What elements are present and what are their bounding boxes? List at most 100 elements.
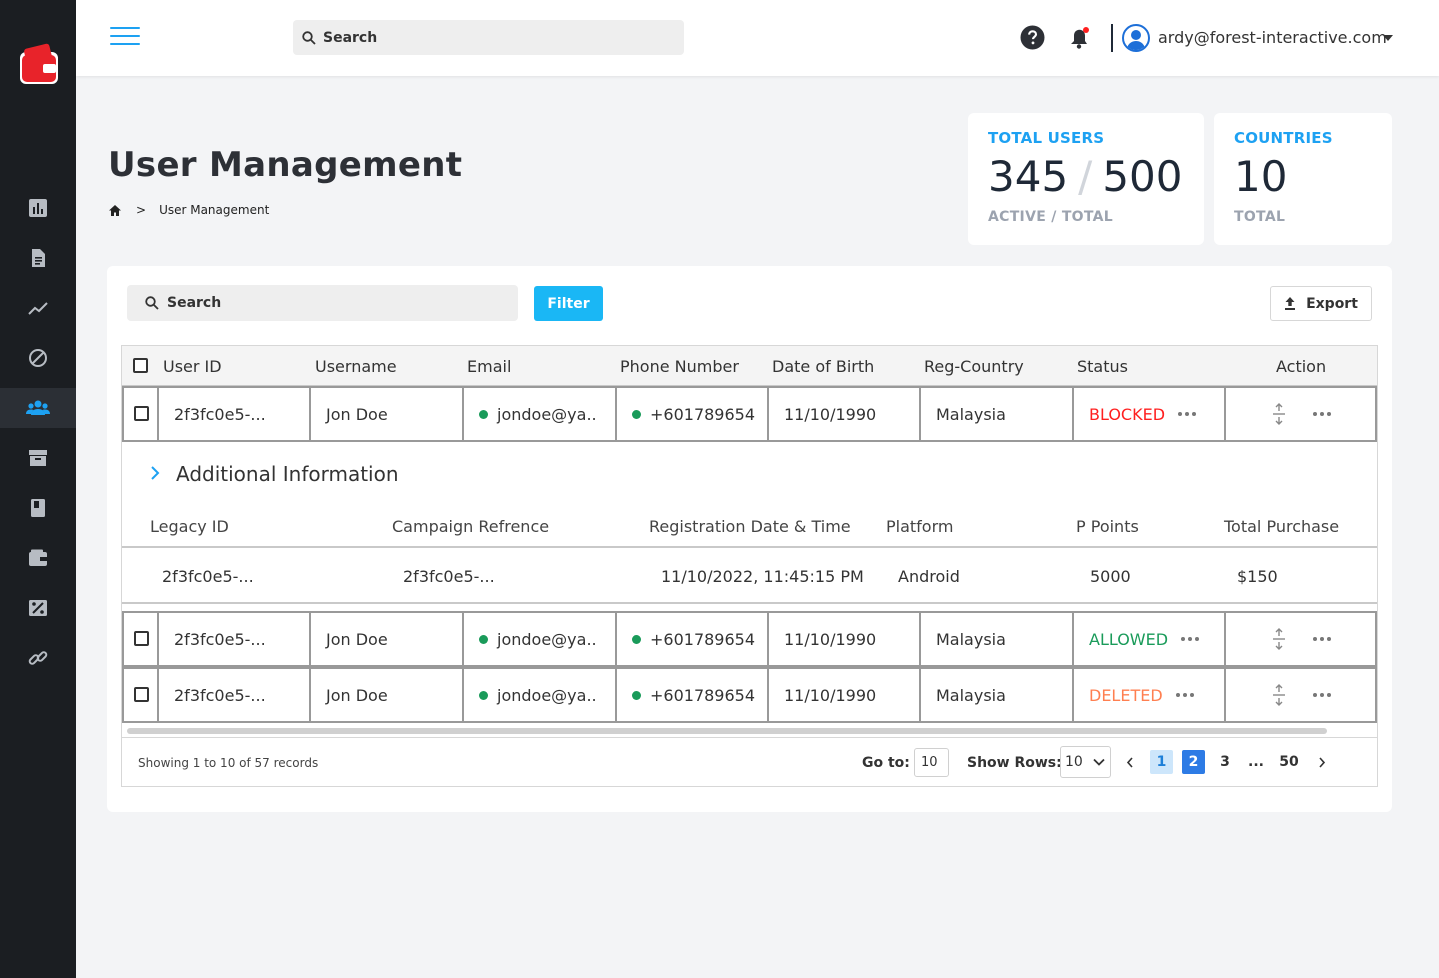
rows-per-page-select[interactable]: 10 [1060, 746, 1111, 778]
additional-column-header: Total Purchase [1224, 517, 1340, 536]
additional-column-header: Platform [886, 517, 954, 536]
page-title: User Management [108, 145, 463, 185]
row-checkbox[interactable] [134, 687, 149, 702]
total-users-count: 500 [1102, 152, 1183, 201]
status-cell: BLOCKED [1072, 386, 1224, 442]
help-icon[interactable] [1020, 25, 1045, 50]
row-checkbox[interactable] [134, 406, 149, 421]
horizontal-scrollbar[interactable] [127, 728, 1327, 734]
email-value: jondoe@ya.. [497, 685, 597, 705]
percent-icon [29, 600, 47, 616]
email-cell: jondoe@ya.. [462, 386, 615, 442]
status-more-icon[interactable] [1175, 693, 1194, 697]
verified-dot-icon [479, 690, 488, 700]
export-label: Export [1306, 295, 1358, 312]
column-header[interactable]: Date of Birth [772, 357, 874, 376]
total-users-value: 345/500 [988, 153, 1184, 201]
page-3-button[interactable]: 3 [1219, 750, 1231, 774]
divider [122, 602, 1377, 604]
additional-column-header: P Points [1076, 517, 1139, 536]
nav-blocked[interactable] [0, 338, 76, 378]
nav-links[interactable] [0, 638, 76, 678]
phone-value: +601789654 [650, 404, 756, 424]
search-icon [302, 30, 316, 45]
status-more-icon[interactable] [1178, 412, 1197, 416]
wallet-logo-icon[interactable] [16, 42, 62, 88]
select-all-checkbox[interactable] [133, 358, 148, 373]
export-button[interactable]: Export [1270, 286, 1372, 321]
row-more-icon[interactable] [1313, 693, 1331, 697]
verified-dot-icon [632, 690, 641, 700]
table-search-input[interactable]: Search [127, 285, 518, 321]
breadcrumb: > User Management [108, 203, 269, 217]
goto-label: Go to: [862, 755, 910, 771]
table-row[interactable]: 2f3fc0e5-... Jon Doe jondoe@ya.. +601789… [122, 386, 1377, 442]
nav-archive[interactable] [0, 438, 76, 478]
table-row[interactable]: 2f3fc0e5-... Jon Doe jondoe@ya.. +601789… [122, 667, 1377, 723]
column-header[interactable]: Email [467, 357, 511, 376]
row-more-icon[interactable] [1313, 412, 1331, 416]
nav-users[interactable] [0, 388, 76, 428]
users-icon [26, 400, 50, 415]
nav-book[interactable] [0, 488, 76, 528]
nav-analytics[interactable] [0, 288, 76, 328]
chevron-down-icon[interactable] [1383, 35, 1393, 41]
dob-cell: 11/10/1990 [767, 611, 919, 667]
topbar: Search ardy@forest-interactive.com [76, 0, 1439, 76]
page-1-button[interactable]: 1 [1150, 750, 1173, 774]
action-cell [1224, 386, 1377, 442]
expand-row-icon[interactable] [1271, 684, 1287, 706]
row-more-icon[interactable] [1313, 637, 1331, 641]
total-users-title: TOTAL USERS [988, 129, 1105, 147]
nav-wallet[interactable] [0, 538, 76, 578]
countries-subtitle: TOTAL [1234, 209, 1286, 225]
status-cell: DELETED [1072, 667, 1224, 723]
expand-row-icon[interactable] [1271, 628, 1287, 650]
sidebar [0, 0, 76, 978]
chevron-right-icon[interactable] [150, 466, 160, 480]
home-icon[interactable] [108, 204, 122, 217]
status-more-icon[interactable] [1181, 637, 1200, 641]
phone-value: +601789654 [650, 685, 756, 705]
column-header[interactable]: User ID [163, 357, 222, 376]
nav-dashboard[interactable] [0, 188, 76, 228]
column-header[interactable]: Reg-Country [924, 357, 1024, 376]
goto-page-input[interactable]: 10 [914, 748, 949, 777]
notification-bell-icon[interactable] [1066, 25, 1092, 51]
registration-datetime-value: 11/10/2022, 11:45:15 PM [661, 567, 864, 586]
divider [122, 546, 1377, 548]
expand-row-icon[interactable] [1271, 403, 1287, 425]
column-header[interactable]: Status [1077, 357, 1128, 376]
records-summary: Showing 1 to 10 of 57 records [138, 756, 319, 770]
additional-information-title[interactable]: Additional Information [176, 462, 399, 486]
avatar-icon[interactable] [1122, 24, 1150, 52]
phone-cell: +601789654 [615, 667, 767, 723]
page-2-button[interactable]: 2 [1182, 750, 1205, 774]
hamburger-menu-icon[interactable] [110, 27, 140, 49]
p-points-value: 5000 [1090, 567, 1131, 586]
global-search-input[interactable]: Search [293, 20, 684, 55]
nav-documents[interactable] [0, 238, 76, 278]
status-badge: DELETED [1089, 685, 1163, 705]
active-users-count: 345 [988, 152, 1069, 201]
country-cell: Malaysia [919, 611, 1072, 667]
page-50-button[interactable]: 50 [1279, 750, 1299, 774]
username-cell: Jon Doe [309, 386, 462, 442]
status-cell: ALLOWED [1072, 611, 1224, 667]
country-cell: Malaysia [919, 667, 1072, 723]
column-header[interactable]: Phone Number [620, 357, 739, 376]
user-id-cell: 2f3fc0e5-... [157, 667, 309, 723]
table-row[interactable]: 2f3fc0e5-... Jon Doe jondoe@ya.. +601789… [122, 611, 1377, 667]
filter-button[interactable]: Filter [534, 286, 603, 321]
user-email[interactable]: ardy@forest-interactive.com [1158, 28, 1387, 47]
row-checkbox[interactable] [134, 631, 149, 646]
column-header[interactable]: Username [315, 357, 397, 376]
total-users-card: TOTAL USERS 345/500 ACTIVE / TOTAL [968, 113, 1204, 245]
prev-page-icon[interactable] [1126, 757, 1134, 768]
column-header[interactable]: Action [1276, 357, 1326, 376]
action-cell [1224, 667, 1377, 723]
dob-cell: 11/10/1990 [767, 667, 919, 723]
email-value: jondoe@ya.. [497, 629, 597, 649]
nav-discounts[interactable] [0, 588, 76, 628]
next-page-icon[interactable] [1318, 757, 1326, 768]
